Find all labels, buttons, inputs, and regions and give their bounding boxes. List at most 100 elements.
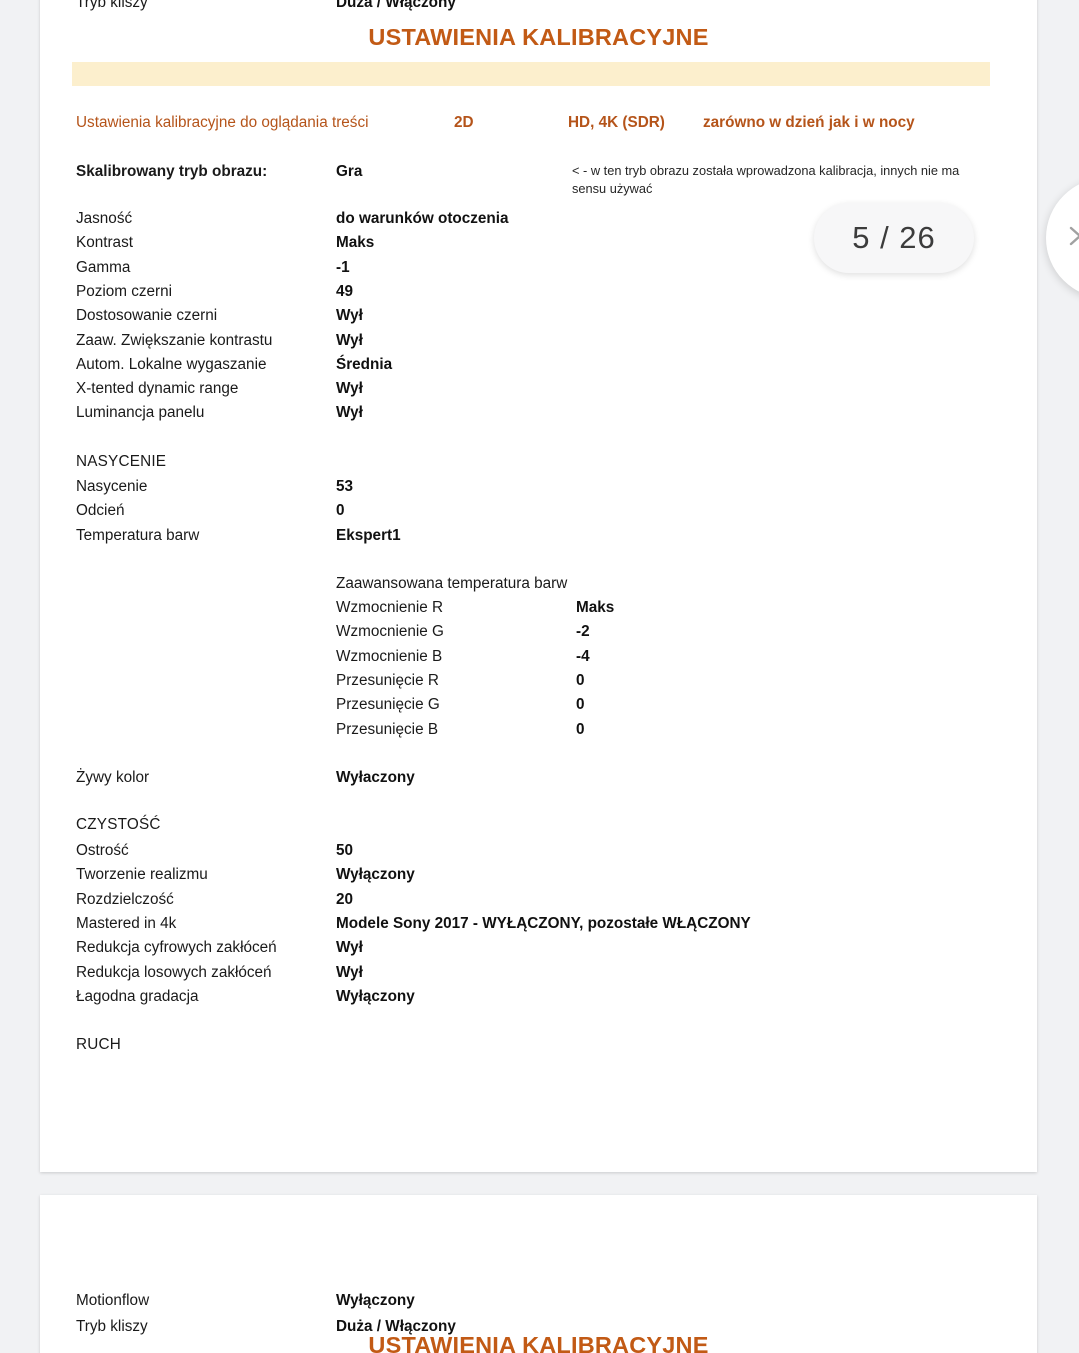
row-label: Przesunięcie B [336, 720, 439, 738]
row-value: Wyłaczony [336, 769, 415, 786]
table-row: Rozdzielczość 20 [40, 891, 1037, 915]
vivid-color-row: Żywy kolor Wyłaczony [40, 769, 1037, 793]
row-value: Gra [336, 163, 363, 180]
row-label: Luminancja panelu [76, 404, 205, 422]
row-label: Redukcja cyfrowych zakłóceń [76, 939, 277, 957]
header-conditions: zarówno w dzień jak i w nocy [703, 114, 915, 131]
row-label: Tryb kliszy [76, 0, 148, 11]
advanced-temp-heading: Zaawansowana temperatura barw [40, 575, 1037, 599]
table-row: Wzmocnienie R Maks [40, 599, 1037, 623]
next-page-button[interactable] [1046, 178, 1079, 298]
header-label: Ustawienia kalibracyjne do oglądania tre… [76, 114, 369, 131]
row-value: 20 [336, 890, 354, 908]
document-page-5: Tryb kliszy Duża / Włączony USTAWIENIA K… [40, 0, 1037, 1172]
row-label: Poziom czerni [76, 282, 173, 300]
row-label: Jasność [76, 210, 133, 227]
table-row: Łagodna gradacja Wyłączony [40, 988, 1037, 1012]
page-title: USTAWIENIA KALIBRACYJNE [368, 24, 709, 50]
page-title: USTAWIENIA KALIBRACYJNE [368, 1332, 709, 1353]
table-row: Ostrość 50 [40, 842, 1037, 866]
row-value: 0 [336, 502, 345, 520]
row-label: Zaaw. Zwiększanie kontrastu [76, 331, 273, 349]
sub-section-label: Zaawansowana temperatura barw [336, 575, 568, 592]
section-label: RUCH [76, 1036, 121, 1053]
row-value: Wył [336, 307, 363, 325]
row-label: Skalibrowany tryb obrazu: [76, 163, 268, 180]
row-value: Wył [336, 963, 363, 981]
row-value: Ekspert1 [336, 526, 401, 544]
row-label: Przesunięcie R [336, 671, 439, 689]
row-value: -2 [576, 623, 590, 641]
table-row: X-tented dynamic range Wył [40, 380, 1037, 404]
table-row: Tworzenie realizmu Wyłączony [40, 866, 1037, 890]
row-label: Dostosowanie czerni [76, 307, 218, 325]
row-label: Przesunięcie G [336, 696, 440, 714]
row-value: 0 [576, 696, 585, 714]
table-row: Mastered in 4k Modele Sony 2017 - WYŁĄCZO… [40, 915, 1037, 939]
page-indicator[interactable]: 5 / 26 [814, 203, 974, 273]
table-row: Wzmocnienie B -4 [40, 648, 1037, 672]
table-row: Przesunięcie B 0 [40, 721, 1037, 745]
table-row: Poziom czerni 49 [40, 283, 1037, 307]
row-label: Temperatura barw [76, 526, 200, 544]
row-value: Wył [336, 331, 363, 349]
document-page-6: Motionflow Wyłączony Tryb kliszy Duża / Włą… [40, 1195, 1037, 1353]
row-value: Maks [336, 234, 375, 252]
row-label: Wzmocnienie R [336, 599, 444, 616]
row-label: Motionflow [76, 1292, 150, 1309]
row-value: Wył [336, 939, 363, 957]
row-label: Wzmocnienie B [336, 647, 443, 665]
table-row: Redukcja losowych zakłóceń Wył [40, 964, 1037, 988]
row-label: X-tented dynamic range [76, 380, 239, 398]
row-value: Wyłączony [336, 866, 415, 884]
row-label: Łagodna gradacja [76, 987, 199, 1005]
row-value: 0 [576, 671, 585, 689]
row-label: Ostrość [76, 842, 129, 859]
row-label: Autom. Lokalne wygaszanie [76, 355, 267, 373]
table-row: Autom. Lokalne wygaszanie Średnia [40, 356, 1037, 380]
page-indicator-label: 5 / 26 [852, 220, 936, 255]
row-value: Wyłączony [336, 987, 415, 1005]
calibration-header-row: Ustawienia kalibracyjne do oglądania tre… [40, 114, 1037, 138]
table-row: Motionflow Wyłączony [40, 1292, 1037, 1316]
table-row: Luminancja panelu Wył [40, 404, 1037, 428]
row-label: Gamma [76, 258, 131, 276]
header-dimension: 2D [454, 114, 474, 131]
table-row: Przesunięcie R 0 [40, 672, 1037, 696]
table-row: Nasycenie 53 [40, 478, 1037, 502]
row-value: do warunków otoczenia [336, 210, 509, 227]
table-row: Temperatura barw Ekspert1 [40, 527, 1037, 551]
row-label: Mastered in 4k [76, 914, 177, 932]
section-heading-motion: RUCH [40, 1036, 1037, 1060]
row-label: Wzmocnienie G [336, 623, 444, 641]
table-row: Dostosowanie czerni Wył [40, 307, 1037, 331]
table-row: Przesunięcie G 0 [40, 696, 1037, 720]
section-label: NASYCENIE [76, 453, 167, 470]
row-value: -1 [336, 258, 350, 276]
row-value: Maks [576, 599, 615, 616]
table-row: Zaaw. Zwiększanie kontrastu Wył [40, 332, 1037, 356]
row-label: Żywy kolor [76, 769, 150, 786]
section-heading-saturation: NASYCENIE [40, 453, 1037, 477]
row-label: Odcień [76, 502, 125, 520]
row-value: Wyłączony [336, 1292, 415, 1309]
row-value: Duża / Włączony [336, 0, 456, 11]
row-value: Średnia [336, 355, 393, 373]
document-viewer[interactable]: Tryb kliszy Duża / Włączony USTAWIENIA K… [0, 0, 1079, 1353]
row-value: 53 [336, 478, 354, 495]
row-value: 49 [336, 282, 354, 300]
row-value: -4 [576, 647, 590, 665]
section-label: CZYSTOŚĆ [76, 816, 161, 833]
row-label: Nasycenie [76, 478, 148, 495]
row-label: Kontrast [76, 234, 133, 252]
row-value: Modele Sony 2017 - WYŁĄCZONY, pozostałe … [336, 914, 751, 932]
section-heading-clarity: CZYSTOŚĆ [40, 816, 1037, 840]
highlight-bar [72, 62, 990, 86]
table-row: Odcień 0 [40, 502, 1037, 526]
table-row: Redukcja cyfrowych zakłóceń Wył [40, 939, 1037, 963]
row-label: Rozdzielczość [76, 890, 174, 908]
row-label: Tworzenie realizmu [76, 866, 208, 884]
row-value: Wył [336, 380, 363, 398]
table-row: Tryb kliszy Duża / Włączony [40, 0, 1037, 18]
row-value: Wył [336, 404, 363, 422]
